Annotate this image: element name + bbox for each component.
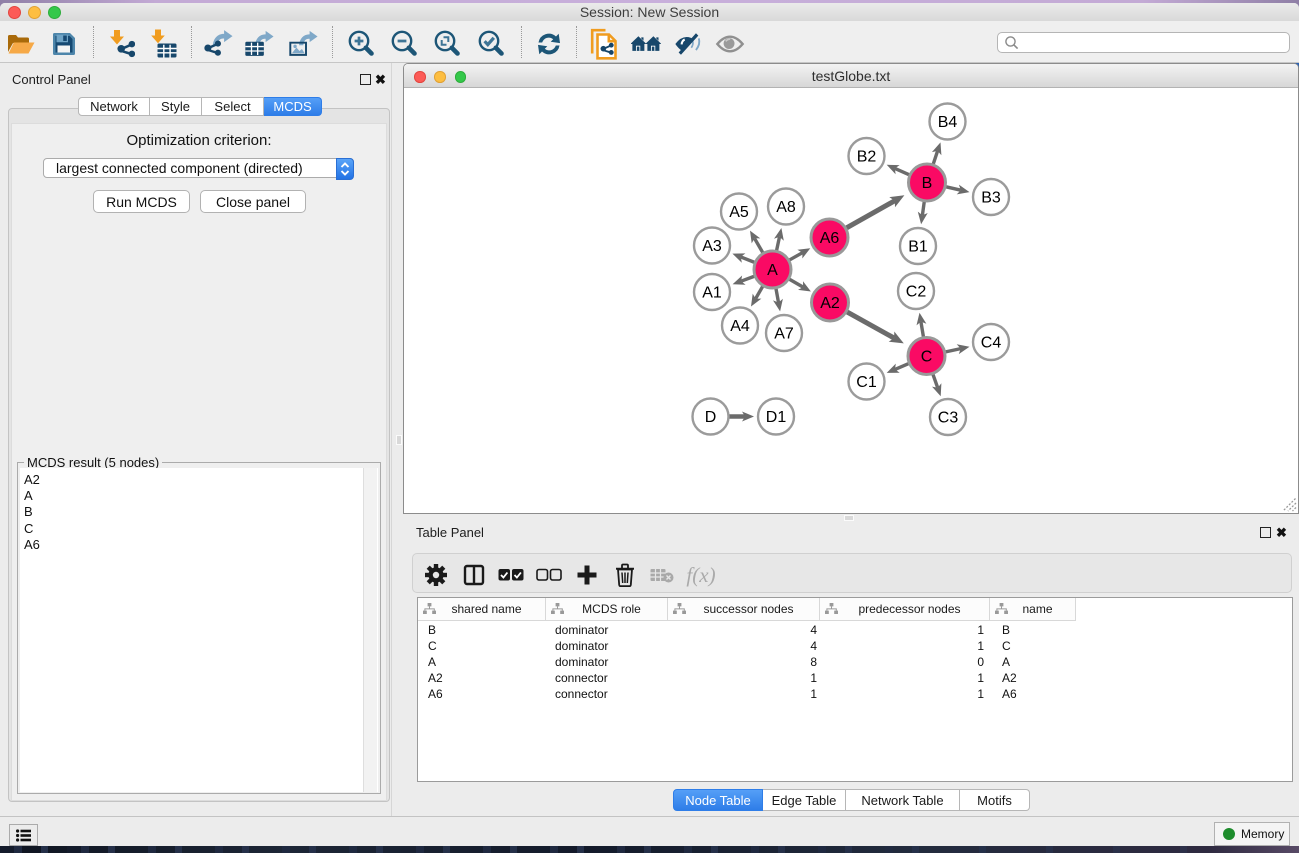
svg-text:A5: A5: [729, 204, 749, 221]
svg-text:B4: B4: [938, 114, 958, 131]
svg-text:A8: A8: [776, 199, 796, 216]
svg-text:A4: A4: [730, 318, 750, 335]
svg-text:C1: C1: [856, 374, 877, 391]
svg-text:C4: C4: [981, 335, 1002, 352]
svg-text:A1: A1: [702, 285, 722, 302]
svg-text:B3: B3: [981, 190, 1001, 207]
svg-text:A2: A2: [820, 295, 840, 312]
svg-text:B: B: [922, 175, 933, 192]
svg-text:C3: C3: [938, 410, 959, 427]
svg-text:D1: D1: [766, 409, 787, 426]
svg-text:C: C: [921, 349, 933, 366]
svg-text:A: A: [767, 262, 778, 279]
svg-text:B1: B1: [908, 239, 928, 256]
svg-text:A6: A6: [820, 230, 840, 247]
svg-text:A7: A7: [774, 326, 794, 343]
svg-text:C2: C2: [906, 284, 927, 301]
svg-text:D: D: [705, 409, 717, 426]
svg-text:A3: A3: [702, 238, 722, 255]
svg-text:B2: B2: [857, 149, 877, 166]
